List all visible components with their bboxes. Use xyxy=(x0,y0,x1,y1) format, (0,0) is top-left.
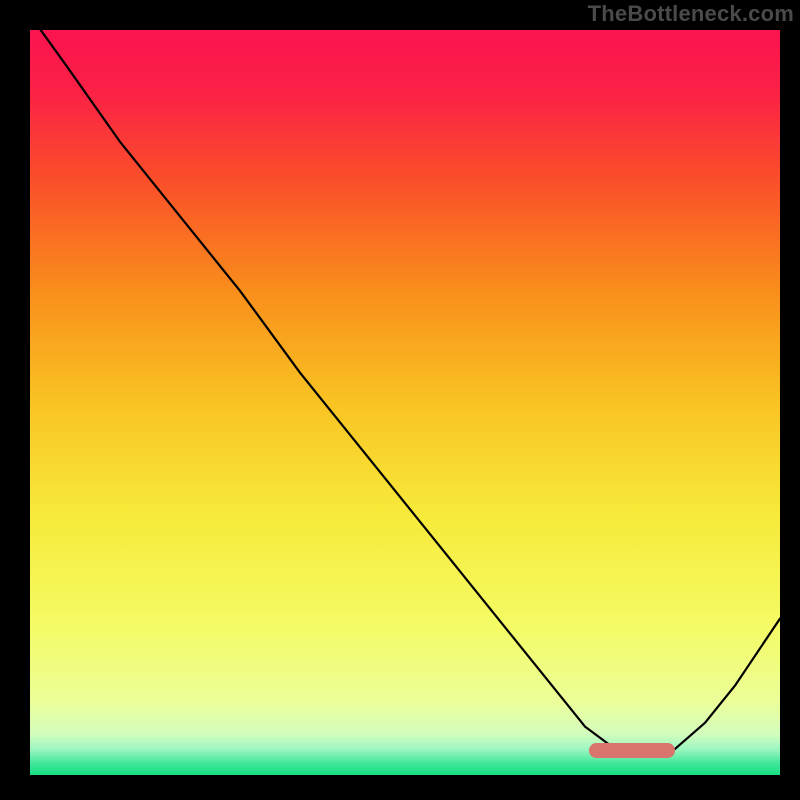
plot-area xyxy=(30,30,780,775)
watermark-text: TheBottleneck.com xyxy=(588,1,794,27)
curve-line xyxy=(30,30,780,775)
chart-frame: TheBottleneck.com xyxy=(0,0,800,800)
highlight-marker xyxy=(589,743,675,758)
